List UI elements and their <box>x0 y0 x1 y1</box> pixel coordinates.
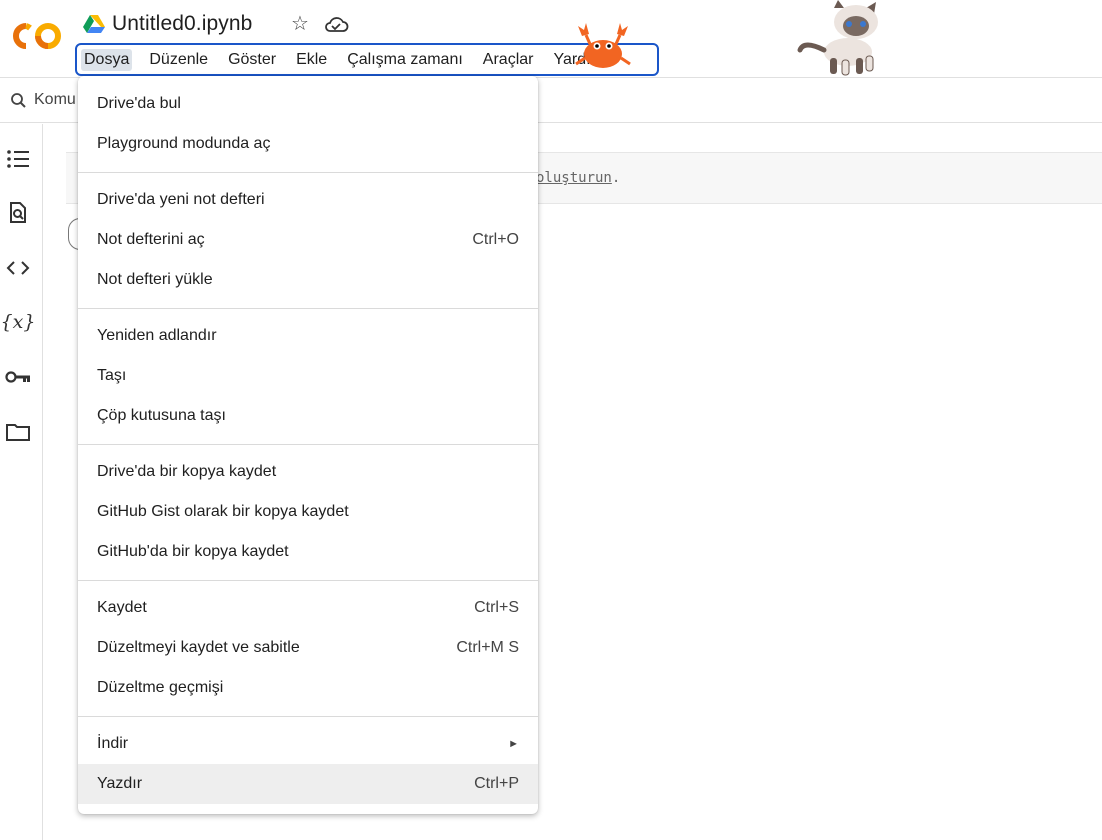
cloud-saved-icon[interactable] <box>323 14 349 36</box>
menu-edit[interactable]: Düzenle <box>146 49 211 71</box>
menu-view[interactable]: Göster <box>225 49 279 71</box>
menu-divider <box>78 308 538 309</box>
colab-logo[interactable] <box>10 18 66 54</box>
code-snippets-icon[interactable] <box>5 255 31 281</box>
menu-item-label: Not defteri yükle <box>97 271 213 288</box>
menu-divider <box>78 716 538 717</box>
menu-item-label: Drive'da yeni not defteri <box>97 191 265 208</box>
menu-divider <box>78 444 538 445</box>
menu-item-label: Yeniden adlandır <box>97 327 217 344</box>
menu-file[interactable]: Dosya <box>81 48 133 71</box>
menu-item-open-notebook[interactable]: Not defterini aç Ctrl+O <box>78 220 538 260</box>
create-link[interactable]: oluşturun <box>536 170 612 186</box>
menu-item-save[interactable]: Kaydet Ctrl+S <box>78 588 538 628</box>
menu-item-label: Not defterini aç <box>97 231 205 248</box>
menu-item-label: Kaydet <box>97 599 147 616</box>
menu-item-label: Taşı <box>97 367 127 384</box>
header: Untitled0.ipynb ☆ Dosya Düzenle Göster E… <box>0 0 1102 78</box>
menu-divider <box>78 580 538 581</box>
menu-divider <box>78 172 538 173</box>
menu-item-save-copy-github[interactable]: GitHub'da bir kopya kaydet <box>78 532 538 572</box>
menu-item-rename[interactable]: Yeniden adlandır <box>78 316 538 356</box>
star-icon[interactable]: ☆ <box>289 13 311 35</box>
menu-item-save-copy-drive[interactable]: Drive'da bir kopya kaydet <box>78 452 538 492</box>
submenu-arrow-icon: ► <box>508 738 519 750</box>
menu-insert[interactable]: Ekle <box>293 49 330 71</box>
menu-item-find-in-drive[interactable]: Drive'da bul <box>78 84 538 124</box>
find-replace-icon[interactable] <box>5 200 31 226</box>
menu-item-label: Çöp kutusuna taşı <box>97 407 226 424</box>
commands-button-label[interactable]: Komu <box>34 91 76 109</box>
file-menu-dropdown: Drive'da bul Playground modunda aç Drive… <box>78 76 538 814</box>
cell-suffix: . <box>611 170 621 186</box>
menu-item-shortcut: Ctrl+O <box>472 231 519 248</box>
menu-item-move[interactable]: Taşı <box>78 356 538 396</box>
menu-item-label: Playground modunda aç <box>97 135 271 152</box>
menu-item-label: Yazdır <box>97 775 143 792</box>
crab-mascot-image <box>575 23 631 68</box>
menu-item-save-and-pin-revision[interactable]: Düzeltmeyi kaydet ve sabitle Ctrl+M S <box>78 628 538 668</box>
menu-item-shortcut: Ctrl+M S <box>456 639 519 656</box>
secrets-key-icon[interactable] <box>5 364 31 390</box>
menu-item-shortcut: Ctrl+S <box>474 599 519 616</box>
files-folder-icon[interactable] <box>5 419 31 445</box>
notebook-title[interactable]: Untitled0.ipynb <box>112 12 252 36</box>
cat-mascot-image <box>797 0 878 76</box>
menu-item-open-playground[interactable]: Playground modunda aç <box>78 124 538 164</box>
cell-placeholder-text: oluşturun. <box>536 170 620 186</box>
menu-item-label: Düzeltmeyi kaydet ve sabitle <box>97 639 300 656</box>
left-rail: {x} <box>0 124 43 840</box>
menu-item-new-notebook[interactable]: Drive'da yeni not defteri <box>78 180 538 220</box>
menu-runtime[interactable]: Çalışma zamanı <box>344 49 466 71</box>
menu-item-save-copy-gist[interactable]: GitHub Gist olarak bir kopya kaydet <box>78 492 538 532</box>
menu-item-label: Drive'da bir kopya kaydet <box>97 463 277 480</box>
menu-item-move-to-trash[interactable]: Çöp kutusuna taşı <box>78 396 538 436</box>
menu-item-label: Drive'da bul <box>97 95 181 112</box>
menu-item-shortcut: Ctrl+P <box>474 775 519 792</box>
menu-item-revision-history[interactable]: Düzeltme geçmişi <box>78 668 538 708</box>
menu-item-label: GitHub Gist olarak bir kopya kaydet <box>97 503 349 520</box>
menu-tools[interactable]: Araçlar <box>480 49 537 71</box>
google-drive-icon[interactable] <box>83 14 105 34</box>
toc-icon[interactable] <box>5 146 31 172</box>
menu-item-download[interactable]: İndir ► <box>78 724 538 764</box>
menu-item-upload-notebook[interactable]: Not defteri yükle <box>78 260 538 300</box>
search-icon[interactable] <box>10 92 28 110</box>
menu-item-print[interactable]: Yazdır Ctrl+P <box>78 764 538 804</box>
variables-icon[interactable]: {x} <box>1 309 36 335</box>
menu-item-label: GitHub'da bir kopya kaydet <box>97 543 289 560</box>
menu-item-label: İndir <box>97 735 129 752</box>
menu-item-label: Düzeltme geçmişi <box>97 679 224 696</box>
